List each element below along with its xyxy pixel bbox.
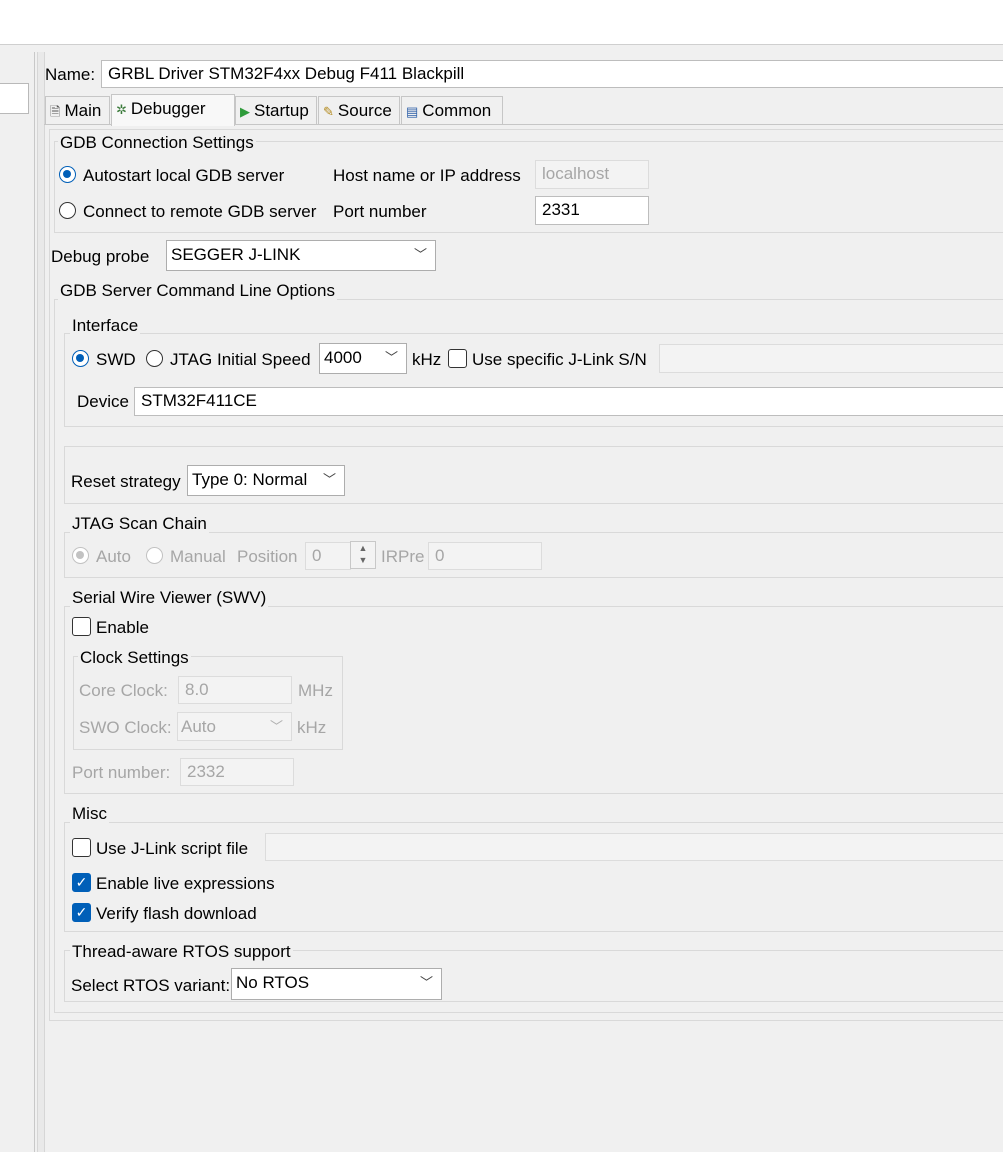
play-icon: ▶ <box>240 104 250 119</box>
interface-title: Interface <box>70 316 141 336</box>
source-icon: ✎ <box>323 104 334 119</box>
swv-title: Serial Wire Viewer (SWV) <box>70 588 269 608</box>
swd-label: SWD <box>96 350 136 369</box>
chain-auto-radio[interactable] <box>72 547 89 564</box>
initial-speed-label: Initial Speed <box>217 350 311 369</box>
host-input[interactable]: localhost <box>535 160 649 189</box>
pane-splitter[interactable] <box>37 52 45 1152</box>
speed-unit: kHz <box>412 350 442 369</box>
clock-settings-title: Clock Settings <box>78 648 191 668</box>
tab-main[interactable]: 🗎 Main <box>45 96 110 124</box>
script-file-label: Use J-Link script file <box>96 839 249 858</box>
tab-common-label: Common <box>422 101 492 120</box>
specific-sn-label: Use specific J-Link S/N <box>472 350 647 369</box>
autostart-local-radio[interactable] <box>59 166 76 183</box>
port-input[interactable]: 2331 <box>535 196 649 225</box>
tab-startup[interactable]: ▶ Startup <box>235 96 317 124</box>
chain-manual-label: Manual <box>170 547 226 566</box>
tab-debugger[interactable]: ✲ Debugger <box>111 94 235 126</box>
swv-enable-label: Enable <box>96 618 149 637</box>
swd-radio[interactable] <box>72 350 89 367</box>
configuration-list-pane <box>0 52 35 1152</box>
swo-clock-value: Auto <box>181 717 216 736</box>
irpre-input[interactable]: 0 <box>428 542 542 570</box>
position-input[interactable]: 0 <box>305 542 351 570</box>
rtos-variant-select[interactable]: No RTOS ﹀ <box>231 968 442 1000</box>
initial-speed-value: 4000 <box>324 348 362 367</box>
verify-flash-label: Verify flash download <box>96 904 257 923</box>
chevron-down-icon: ﹀ <box>413 247 427 262</box>
irpre-label: IRPre <box>381 547 425 566</box>
host-label: Host name or IP address <box>333 166 521 185</box>
jtag-chain-title: JTAG Scan Chain <box>70 514 209 534</box>
chevron-down-icon: ﹀ <box>322 472 336 487</box>
autostart-local-label: Autostart local GDB server <box>83 166 285 185</box>
stepper-up-icon[interactable]: ▲ <box>351 542 375 554</box>
rtos-title: Thread-aware RTOS support <box>70 942 293 962</box>
tab-source-label: Source <box>337 101 392 120</box>
swv-port-label: Port number: <box>72 763 171 782</box>
document-icon: 🗎 <box>50 104 61 119</box>
core-clock-unit: MHz <box>298 681 333 700</box>
swo-clock-unit: kHz <box>297 718 327 737</box>
specific-sn-input[interactable] <box>659 344 1003 373</box>
device-label: Device <box>77 392 129 411</box>
misc-title: Misc <box>70 804 109 824</box>
chevron-down-icon: ﹀ <box>384 350 398 365</box>
specific-sn-checkbox[interactable] <box>448 349 467 368</box>
position-label: Position <box>237 547 298 566</box>
name-input[interactable]: GRBL Driver STM32F4xx Debug F411 Blackpi… <box>101 60 1003 88</box>
tab-debugger-label: Debugger <box>130 99 206 118</box>
configuration-list-selection[interactable] <box>0 83 29 114</box>
chain-auto-label: Auto <box>96 547 131 566</box>
debug-probe-select[interactable]: SEGGER J-LINK ﹀ <box>166 240 436 271</box>
swv-enable-checkbox[interactable] <box>72 617 91 636</box>
jtag-radio[interactable] <box>146 350 163 367</box>
debug-probe-value: SEGGER J-LINK <box>171 245 301 264</box>
verify-flash-checkbox[interactable]: ✓ <box>72 903 91 922</box>
core-clock-input[interactable]: 8.0 <box>178 676 292 704</box>
server-options-title: GDB Server Command Line Options <box>58 281 337 301</box>
tab-startup-label: Startup <box>254 101 309 120</box>
swo-clock-select[interactable]: Auto ﹀ <box>177 712 292 741</box>
stepper-down-icon[interactable]: ▼ <box>351 554 375 566</box>
reset-strategy-select[interactable]: Type 0: Normal ﹀ <box>187 465 345 496</box>
reset-strategy-value: Type 0: Normal <box>192 470 308 489</box>
window-icon: ▤ <box>406 104 419 119</box>
swv-port-input[interactable]: 2332 <box>180 758 294 786</box>
debug-probe-label: Debug probe <box>51 247 150 266</box>
initial-speed-select[interactable]: 4000 ﹀ <box>319 343 407 374</box>
device-input[interactable]: STM32F411CE <box>134 387 1003 416</box>
gdb-connection-title: GDB Connection Settings <box>58 133 256 153</box>
connect-remote-label: Connect to remote GDB server <box>83 202 317 221</box>
tab-source[interactable]: ✎ Source <box>318 96 400 124</box>
script-file-checkbox[interactable] <box>72 838 91 857</box>
live-expressions-checkbox[interactable]: ✓ <box>72 873 91 892</box>
reset-strategy-label: Reset strategy <box>71 472 181 491</box>
tab-common[interactable]: ▤ Common <box>401 96 503 124</box>
chevron-down-icon: ﹀ <box>269 719 283 734</box>
chain-manual-radio[interactable] <box>146 547 163 564</box>
live-expressions-label: Enable live expressions <box>96 874 275 893</box>
chevron-down-icon: ﹀ <box>419 975 433 990</box>
script-file-input[interactable] <box>265 833 1003 861</box>
bug-icon: ✲ <box>116 102 127 117</box>
window-top-area <box>0 0 1003 45</box>
swo-clock-label: SWO Clock: <box>79 718 172 737</box>
port-label: Port number <box>333 202 427 221</box>
position-stepper[interactable]: ▲ ▼ <box>350 541 376 569</box>
core-clock-label: Core Clock: <box>79 681 168 700</box>
rtos-variant-value: No RTOS <box>236 973 310 992</box>
connect-remote-radio[interactable] <box>59 202 76 219</box>
jtag-label: JTAG <box>170 350 213 369</box>
name-label: Name: <box>45 65 96 84</box>
rtos-variant-label: Select RTOS variant: <box>71 976 231 995</box>
tab-main-label: Main <box>64 101 102 120</box>
